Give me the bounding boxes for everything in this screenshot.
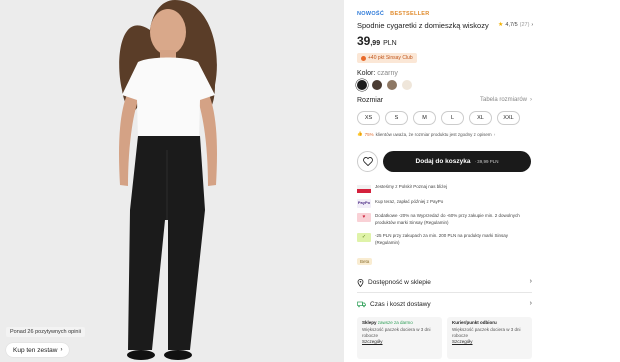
location-pin-icon (357, 278, 364, 287)
truck-icon (357, 301, 366, 308)
price-currency: PLN (383, 40, 397, 47)
favorite-button[interactable] (357, 151, 378, 172)
paypo-logo-icon: PayPo (357, 199, 371, 208)
delivery-info-label: Czas i koszt dostawy (370, 301, 431, 308)
check-badge-icon: ✓ (357, 233, 371, 242)
model-illustration (0, 0, 344, 362)
club-points-badge: +40 pkt Sinsay Club (357, 53, 417, 63)
delivery-card-store-details-link[interactable]: Szczegóły (362, 339, 437, 345)
badge-bestseller: BESTSELLER (390, 11, 430, 17)
delivery-card-courier-title: Kurier/punkt odbioru (452, 320, 497, 325)
color-value: czarny (377, 70, 398, 77)
club-text: +40 pkt Sinsay Club (368, 55, 413, 61)
size-table-link[interactable]: Tabela rozmiarów › (480, 97, 532, 103)
color-swatch-mocha[interactable] (387, 80, 397, 90)
chevron-right-icon: › (530, 97, 533, 103)
info-discount[interactable]: ♥ Dodatkowe -20% na Wyprzedaż do -60% pr… (357, 213, 527, 226)
rating-count: (27) (519, 21, 530, 28)
color-label-text: Kolor: (357, 70, 376, 77)
chevron-right-icon: › (529, 278, 532, 285)
delivery-card-courier-details-link[interactable]: Szczegóły (452, 339, 527, 345)
club-icon (361, 55, 366, 61)
rating-value: 4,7/5 (505, 21, 518, 28)
color-swatch-cream[interactable] (402, 80, 412, 90)
delivery-card-store-head: Sklepy zawsze za darmo (362, 320, 437, 326)
chevron-right-icon: › (529, 300, 532, 307)
add-to-cart-label: Dodaj do koszyka (415, 158, 471, 165)
delivery-card-store-title: Sklepy (362, 320, 377, 325)
size-option-xxl[interactable]: XXL (497, 111, 520, 125)
chevron-right-icon: › (60, 347, 63, 353)
info-made-in-poland-text: Jesteśmy z Polski! Poznaj nas bliżej (375, 184, 448, 189)
heart-badge-icon: ♥ (357, 213, 371, 222)
color-label: Kolor: czarny (357, 70, 398, 77)
info-coupon-text: -25 PLN przy zakupach za min. 200 PLN na… (375, 233, 509, 245)
star-icon: ★ (498, 22, 504, 28)
delivery-card-store-text: Większość paczek dociera w 3 dni robocze (362, 327, 431, 338)
price-main: 39 (357, 34, 371, 48)
delivery-card-store-free: zawsze za darmo (377, 320, 413, 325)
polish-flag-icon (357, 184, 371, 193)
product-price: 39 ,99 PLN (357, 34, 397, 48)
info-coupon[interactable]: ✓ -25 PLN przy zakupach za min. 200 PLN … (357, 233, 527, 246)
product-title: Spodnie cygaretki z domieszką wiskozy (357, 21, 489, 30)
thumbs-up-icon: 👍 (357, 131, 363, 136)
price-cents: ,99 (370, 40, 381, 47)
product-photo[interactable]: Ponad 26 pozytywnych opinii Kup ten zest… (0, 0, 344, 362)
buy-set-label: Kup ten zestaw (13, 346, 58, 354)
store-availability-label: Dostępność w sklepie (368, 279, 431, 286)
delivery-card-store: Sklepy zawsze za darmo Większość paczek … (357, 317, 442, 359)
info-paypo[interactable]: PayPo Kup teraz, zapłać później z PayPo (357, 199, 443, 208)
badge-new: NOWOŚĆ (357, 11, 385, 17)
size-option-l[interactable]: L (441, 111, 464, 125)
product-rating[interactable]: ★ 4,7/5 (27) › (498, 21, 534, 29)
info-paypo-text: Kup teraz, zapłać później z PayPo (375, 199, 444, 204)
size-option-xl[interactable]: XL (469, 111, 492, 125)
heart-outline-icon (362, 157, 373, 166)
beta-badge: Beta (357, 258, 373, 265)
fit-text: klientów uważa, że rozmiar produktu jest… (375, 131, 492, 137)
product-details-panel: NOWOŚĆ BESTSELLER Spodnie cygaretki z do… (344, 0, 620, 362)
info-made-in-poland[interactable]: Jesteśmy z Polski! Poznaj nas bliżej (357, 184, 447, 193)
delivery-card-courier-text: Większość paczek dociera w 3 dni robocze (452, 327, 521, 338)
add-to-cart-button[interactable]: Dodaj do koszyka · 39,99 PLN (383, 151, 531, 172)
store-availability-toggle[interactable]: Dostępność w sklepie › (357, 274, 532, 291)
fit-percentage: 75% (364, 131, 374, 137)
size-option-m[interactable]: M (413, 111, 436, 125)
add-to-cart-price: · 39,99 PLN (474, 159, 499, 164)
size-label: Rozmiar (357, 97, 384, 104)
size-option-s[interactable]: S (385, 111, 408, 125)
size-fit-note: 👍 75% klientów uważa, że rozmiar produkt… (357, 131, 495, 137)
chevron-right-icon: › (531, 21, 534, 28)
color-swatch-black[interactable] (357, 80, 367, 90)
size-option-xs[interactable]: XS (357, 111, 380, 125)
buy-set-button[interactable]: Kup ten zestaw › (6, 343, 70, 357)
delivery-card-courier: Kurier/punkt odbioru Większość paczek do… (447, 317, 532, 359)
color-swatch-brown[interactable] (372, 80, 382, 90)
size-selector: XS S M L XL XXL (357, 111, 520, 125)
section-divider (357, 292, 532, 293)
color-swatches (357, 80, 412, 90)
size-table-text: Tabela rozmiarów (480, 97, 528, 103)
product-badges: NOWOŚĆ BESTSELLER (357, 11, 430, 17)
delivery-info-toggle[interactable]: Czas i koszt dostawy › (357, 296, 532, 313)
chevron-right-icon: › (493, 131, 496, 137)
reviews-badge: Ponad 26 pozytywnych opinii (6, 327, 85, 337)
info-discount-text: Dodatkowe -20% na Wyprzedaż do -60% przy… (375, 213, 520, 225)
